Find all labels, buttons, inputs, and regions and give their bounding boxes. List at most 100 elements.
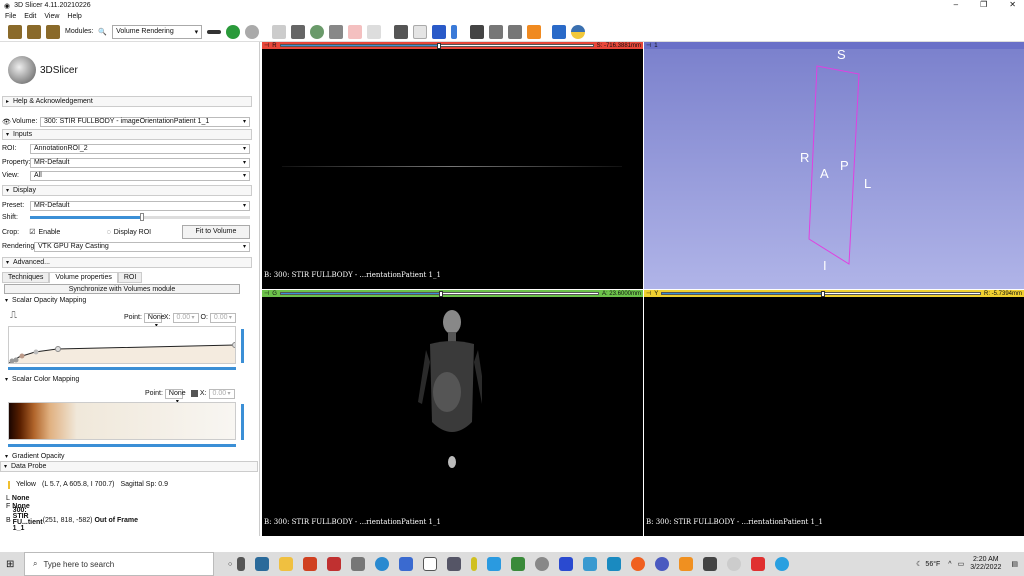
network-icon[interactable]: ▭ — [958, 560, 965, 568]
weather-icon[interactable]: ☾ — [916, 560, 922, 568]
start-icon[interactable]: ⊞ — [6, 559, 14, 570]
preset-select[interactable]: MR-Default — [30, 201, 250, 211]
task-view-icon[interactable] — [237, 557, 245, 571]
menu-file[interactable]: File — [5, 13, 16, 20]
red-offset-slider[interactable] — [280, 44, 594, 47]
notepad-icon[interactable] — [423, 557, 437, 571]
taskbar-app-icon[interactable] — [255, 557, 269, 571]
load-data-icon[interactable] — [8, 25, 22, 39]
pin-icon[interactable]: ⊣ — [264, 290, 269, 297]
notifications-icon[interactable]: ▤ — [1011, 560, 1018, 568]
opacity-x-spinbox[interactable]: 0.00 — [173, 313, 199, 323]
firefox-icon[interactable] — [631, 557, 645, 571]
volume-select[interactable]: 300: STIR FULLBODY - imageOrientationPat… — [40, 117, 250, 127]
yellow-offset-slider[interactable] — [661, 292, 981, 295]
color-swatch[interactable] — [191, 390, 198, 397]
taskbar-app-icon[interactable] — [703, 557, 717, 571]
taskbar-app-icon[interactable] — [303, 557, 317, 571]
red-slice-view[interactable]: ⊣RS: -716.3881mm B: 300: STIR FULLBODY -… — [262, 42, 643, 289]
roi-select[interactable]: AnnotationROI_2 — [30, 144, 250, 154]
help-section[interactable]: Help & Acknowledgement — [2, 96, 252, 107]
taskbar-search[interactable]: ⌕Type here to search — [24, 552, 214, 576]
clock[interactable]: 2:20 AM3/22/2022 — [970, 556, 1001, 572]
segment-editor-icon[interactable] — [367, 25, 381, 39]
taskbar-app-icon[interactable] — [487, 557, 501, 571]
3d-view[interactable]: ⊣1 S I R A P L — [644, 42, 1024, 289]
taskbar-app-icon[interactable] — [327, 557, 341, 571]
display-section[interactable]: Display — [2, 185, 252, 196]
tab-techniques[interactable]: Techniques — [2, 272, 49, 283]
color-section[interactable]: Scalar Color Mapping — [2, 375, 252, 386]
display-roi-toggle[interactable]: ◌ — [107, 229, 111, 236]
back-icon[interactable] — [226, 25, 240, 39]
place-fiducial-icon[interactable] — [432, 25, 446, 39]
rendering-select[interactable]: VTK GPU Ray Casting — [34, 242, 250, 252]
python-icon[interactable] — [571, 25, 585, 39]
taskbar-app-icon[interactable] — [775, 557, 789, 571]
close-button[interactable]: ✕ — [1009, 0, 1016, 9]
menu-help[interactable]: Help — [67, 13, 81, 20]
taskbar-app-icon[interactable] — [655, 557, 669, 571]
markups-icon[interactable] — [348, 25, 362, 39]
calculator-icon[interactable] — [351, 557, 365, 571]
opacity-section[interactable]: Scalar Opacity Mapping — [2, 296, 252, 307]
dicom-icon[interactable] — [27, 25, 41, 39]
edge-icon[interactable] — [375, 557, 389, 571]
transforms-icon[interactable] — [329, 25, 343, 39]
color-range-slider[interactable] — [241, 404, 244, 440]
cortana-icon[interactable]: ○ — [228, 561, 232, 568]
opacity-x-range-slider[interactable] — [8, 367, 236, 370]
zoom-icon[interactable] — [559, 557, 573, 571]
tab-volume-properties[interactable]: Volume properties — [49, 272, 117, 283]
opacity-transfer-function[interactable] — [8, 326, 236, 364]
pin-icon[interactable]: ⊣ — [264, 42, 269, 49]
crosshair-icon[interactable] — [527, 25, 541, 39]
models-icon[interactable] — [310, 25, 324, 39]
pointer-icon[interactable] — [413, 25, 427, 39]
blender-icon[interactable] — [679, 557, 693, 571]
green-offset-slider[interactable] — [280, 292, 599, 295]
yellow-slice-view[interactable]: ⊣YR: -5.7394mm B: 300: STIR FULLBODY - .… — [644, 290, 1024, 536]
taskbar-app-icon[interactable] — [607, 557, 621, 571]
enable-checkbox[interactable]: ☑ — [29, 228, 35, 236]
file-explorer-icon[interactable] — [279, 557, 293, 571]
color-point-spinbox[interactable]: None — [165, 389, 183, 399]
advanced-section[interactable]: Advanced... — [2, 257, 252, 268]
save-icon[interactable] — [46, 25, 60, 39]
tab-roi[interactable]: ROI — [118, 272, 142, 283]
scene-view-icon[interactable] — [489, 25, 503, 39]
data-module-icon[interactable] — [272, 25, 286, 39]
opacity-o-spinbox[interactable]: 0.00 — [210, 313, 236, 323]
green-slice-view[interactable]: ⊣GA: 23.6000mm B: 300: STIR FULLBODY - .… — [262, 290, 643, 536]
taskbar-app-icon[interactable] — [583, 557, 597, 571]
layout-icon[interactable] — [394, 25, 408, 39]
crosshair-move-icon[interactable] — [451, 25, 457, 39]
menu-view[interactable]: View — [44, 13, 59, 20]
fit-to-volume-button[interactable]: Fit to Volume — [182, 225, 250, 239]
color-transfer-function[interactable] — [8, 402, 236, 440]
camera-icon[interactable] — [447, 557, 461, 571]
shift-slider[interactable] — [30, 216, 250, 219]
nvidia-icon[interactable] — [511, 557, 525, 571]
screenshot-icon[interactable] — [470, 25, 484, 39]
taskbar-app-icon[interactable] — [399, 557, 413, 571]
opacity-point-spinbox[interactable]: None — [144, 313, 162, 323]
color-x-spinbox[interactable]: 0.00 — [209, 389, 235, 399]
module-search-icon[interactable]: 🔍 — [98, 28, 107, 36]
pin-icon[interactable]: ⊣ — [646, 290, 651, 297]
color-x-range-slider[interactable] — [8, 444, 236, 447]
module-list-icon[interactable] — [207, 30, 221, 34]
opacity-range-slider[interactable] — [241, 329, 244, 363]
minimize-button[interactable]: – — [954, 0, 958, 9]
tray-chevron-icon[interactable]: ^ — [948, 561, 951, 568]
volumes-icon[interactable] — [291, 25, 305, 39]
forward-icon[interactable] — [245, 25, 259, 39]
eye-icon[interactable]: 👁 — [2, 118, 12, 126]
taskbar-app-icon[interactable] — [471, 557, 477, 571]
view-select[interactable]: All — [30, 171, 250, 181]
property-select[interactable]: MR-Default — [30, 158, 250, 168]
extensions-icon[interactable] — [552, 25, 566, 39]
inputs-section[interactable]: Inputs — [2, 129, 252, 140]
restore-view-icon[interactable] — [508, 25, 522, 39]
data-probe-section[interactable]: Data Probe — [0, 461, 258, 472]
